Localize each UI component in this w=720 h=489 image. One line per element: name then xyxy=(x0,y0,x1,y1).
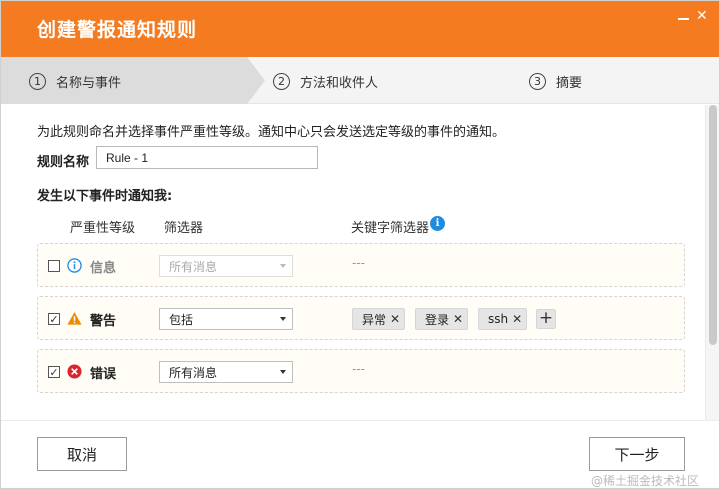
error-icon xyxy=(67,364,82,379)
warning-filter-select[interactable]: 包括 xyxy=(159,308,293,330)
severity-label: 警告 xyxy=(90,314,117,329)
next-button[interactable]: 下一步 xyxy=(589,437,685,471)
warning-icon xyxy=(67,311,82,325)
title-bar: 创建警报通知规则 ✕ xyxy=(1,1,719,57)
step-number: 1 xyxy=(29,72,46,90)
chevron-down-icon xyxy=(280,264,286,268)
tag-label: 登录 xyxy=(425,312,450,327)
close-icon[interactable]: ✕ xyxy=(696,9,708,23)
select-value: 所有消息 xyxy=(169,259,218,274)
keyword-filter-info-icon[interactable]: i xyxy=(430,216,445,231)
step-label: 名称与事件 xyxy=(56,75,122,91)
step-3: 3 摘要 xyxy=(529,71,582,91)
keyword-tag: ssh ✕ xyxy=(478,308,528,330)
form-content: 为此规则命名并选择事件严重性等级。通知中心只会发送选定等级的事件的通知。 规则名… xyxy=(1,105,719,420)
info-icon xyxy=(67,258,82,273)
step-1: 1 名称与事件 xyxy=(29,71,121,91)
dialog-title: 创建警报通知规则 xyxy=(37,19,198,41)
column-header-filter: 筛选器 xyxy=(164,221,204,236)
chevron-down-icon xyxy=(280,370,286,374)
info-filter-select[interactable]: 所有消息 xyxy=(159,255,293,277)
rule-name-label: 规则名称 xyxy=(37,155,90,170)
cancel-button[interactable]: 取消 xyxy=(37,437,127,471)
error-checkbox[interactable]: ✓ xyxy=(48,366,60,378)
minimize-icon[interactable] xyxy=(678,18,689,20)
remove-tag-icon[interactable]: ✕ xyxy=(453,312,463,326)
warning-checkbox[interactable]: ✓ xyxy=(48,313,60,325)
tag-label: 异常 xyxy=(362,312,387,327)
severity-label: 信息 xyxy=(90,261,117,276)
vertical-scrollbar[interactable] xyxy=(705,105,719,420)
select-value: 所有消息 xyxy=(169,365,218,380)
instruction-text: 为此规则命名并选择事件严重性等级。通知中心只会发送选定等级的事件的通知。 xyxy=(37,125,506,140)
step-2: 2 方法和收件人 xyxy=(273,71,378,91)
keyword-tag: 异常 ✕ xyxy=(352,308,406,330)
watermark: @稀土掘金技术社区 xyxy=(591,474,700,488)
keyword-tag: 登录 ✕ xyxy=(415,308,469,330)
chevron-down-icon xyxy=(280,317,286,321)
wizard-steps: 1 名称与事件 2 方法和收件人 3 摘要 xyxy=(1,57,719,104)
tag-label: ssh xyxy=(488,312,509,326)
error-filter-select[interactable]: 所有消息 xyxy=(159,361,293,383)
severity-row-warning: ✓ 警告 包括 异常 ✕ 登录 ✕ ssh ✕ + xyxy=(37,296,685,340)
scrollbar-thumb[interactable] xyxy=(709,105,717,345)
rule-name-input[interactable] xyxy=(96,146,318,169)
severity-label: 错误 xyxy=(90,367,117,382)
keyword-placeholder: --- xyxy=(352,256,365,270)
info-checkbox[interactable] xyxy=(48,260,60,272)
add-keyword-button[interactable]: + xyxy=(536,309,556,329)
column-header-keyword-filter: 关键字筛选器 xyxy=(351,221,430,236)
step-label: 方法和收件人 xyxy=(300,75,379,91)
notify-section-label: 发生以下事件时通知我: xyxy=(37,189,173,204)
severity-row-info: 信息 所有消息 --- xyxy=(37,243,685,287)
remove-tag-icon[interactable]: ✕ xyxy=(390,312,400,326)
dialog-footer: 取消 下一步 @稀土掘金技术社区 xyxy=(1,420,719,488)
remove-tag-icon[interactable]: ✕ xyxy=(512,312,522,326)
create-alert-rule-dialog: 创建警报通知规则 ✕ 1 名称与事件 2 方法和收件人 3 摘要 为此规则命名并… xyxy=(0,0,720,489)
keyword-placeholder: --- xyxy=(352,362,365,376)
severity-row-error: ✓ 错误 所有消息 --- xyxy=(37,349,685,393)
column-header-severity: 严重性等级 xyxy=(70,221,136,236)
select-value: 包括 xyxy=(169,312,194,327)
step-number: 3 xyxy=(529,72,546,90)
step-number: 2 xyxy=(273,72,290,90)
step-label: 摘要 xyxy=(556,75,583,91)
